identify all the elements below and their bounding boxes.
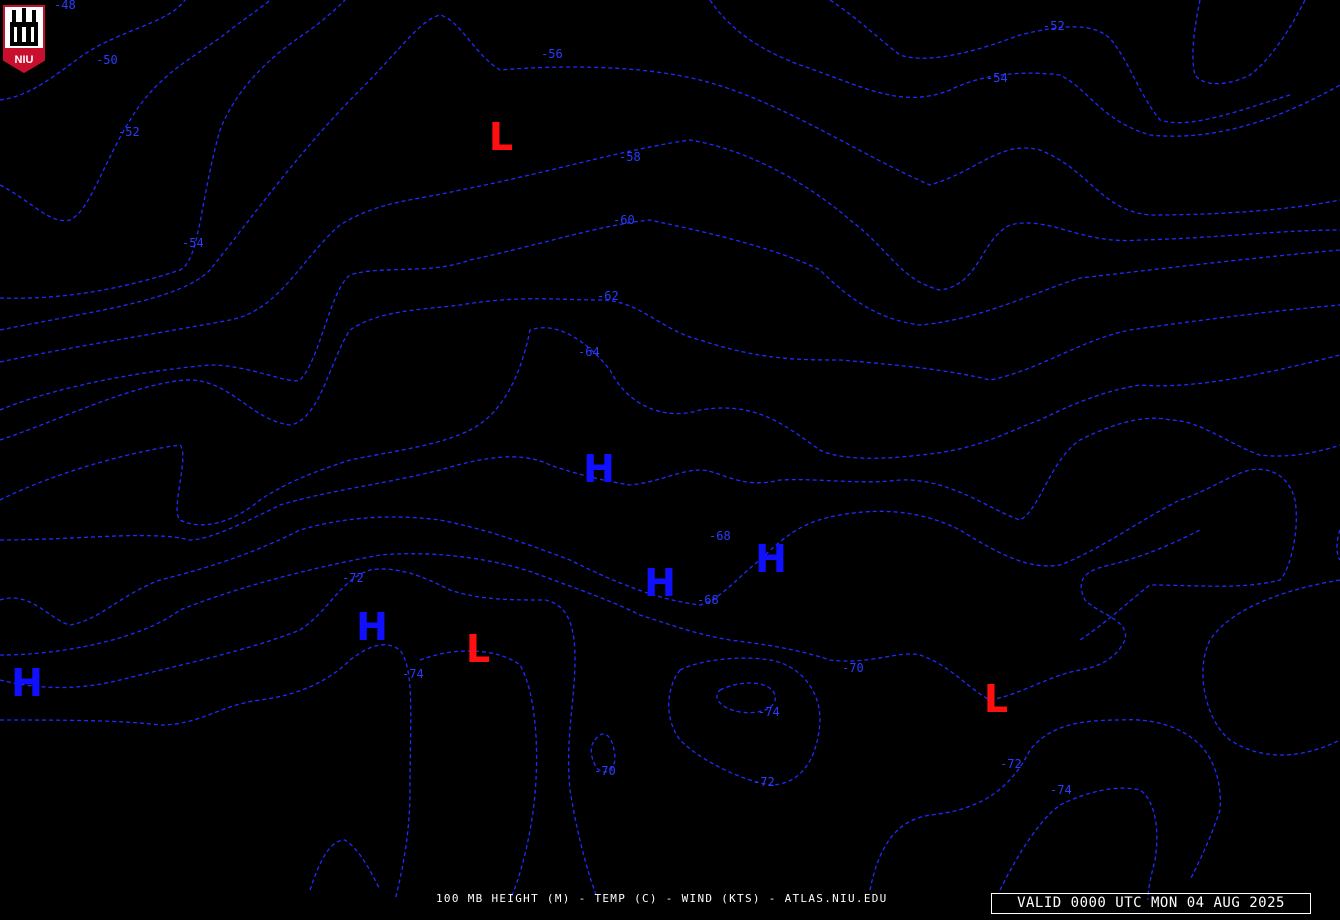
isotherm-label: -50 (96, 53, 118, 67)
isotherm-label: -62 (597, 289, 619, 303)
isotherm-line (309, 839, 381, 891)
isotherm-line (0, 417, 1340, 541)
map-caption: 100 MB HEIGHT (M) - TEMP (C) - WIND (KTS… (436, 892, 888, 905)
low-pressure-marker: L (984, 677, 1008, 721)
isotherm-label: -48 (54, 0, 76, 12)
isotherm-line (0, 14, 1340, 331)
isotherm-line (0, 468, 1297, 641)
high-pressure-marker: H (11, 661, 43, 705)
isotherm-label: -70 (594, 764, 616, 778)
isotherm-label: -74 (758, 705, 780, 719)
isotherm-label: -52 (118, 125, 140, 139)
high-pressure-marker: H (644, 561, 676, 605)
isotherm-line (0, 529, 1201, 701)
high-pressure-marker: H (356, 605, 388, 649)
isotherm-line (0, 568, 599, 901)
isotherm-layer: -48 -50 -52 -54 -56 -58 -60 -62 -64 -68 -68 -70 -70 -… (0, 0, 1340, 901)
isotherm-line (0, 327, 1340, 526)
isotherm-label: -68 (697, 593, 719, 607)
isotherm-line (1202, 579, 1340, 756)
isotherm-line (999, 787, 1158, 901)
isotherm-label: -72 (342, 571, 364, 585)
isotherm-label: -72 (753, 775, 775, 789)
isotherm-line (1192, 0, 1306, 85)
isotherm-line (0, 644, 412, 901)
isotherm-label: -70 (842, 661, 864, 675)
isotherm-label: -72 (1000, 757, 1022, 771)
isotherm-label: -64 (578, 345, 600, 359)
niu-logo: NIU (3, 5, 45, 74)
isotherm-label: -52 (1043, 19, 1065, 33)
weather-map: -48 -50 -52 -54 -56 -58 -60 -62 -64 -68 -68 -70 -70 -… (0, 0, 1340, 920)
isotherm-line (419, 650, 538, 901)
isotherm-label: -54 (986, 71, 1008, 85)
isotherm-label: -68 (709, 529, 731, 543)
tower-windows-icon (14, 27, 34, 42)
high-pressure-marker: H (755, 537, 787, 581)
isotherm-label: -54 (182, 236, 204, 250)
isotherm-line (0, 0, 346, 299)
isotherm-label: -74 (402, 667, 424, 681)
low-pressure-marker: L (489, 115, 513, 159)
isotherm-line (668, 657, 821, 786)
low-pressure-marker: L (466, 627, 490, 671)
isotherm-label: -58 (619, 150, 641, 164)
isotherm-label: -74 (1050, 783, 1072, 797)
isotherm-line (709, 0, 1340, 137)
isotherm-label: -56 (541, 47, 563, 61)
isotherm-label: -60 (613, 213, 635, 227)
tower-spires-icon (12, 8, 36, 22)
high-pressure-marker: H (583, 447, 615, 491)
valid-time-box: VALID 0000 UTC MON 04 AUG 2025 (991, 893, 1311, 914)
logo-text: NIU (15, 54, 34, 66)
isotherm-line (869, 719, 1221, 891)
